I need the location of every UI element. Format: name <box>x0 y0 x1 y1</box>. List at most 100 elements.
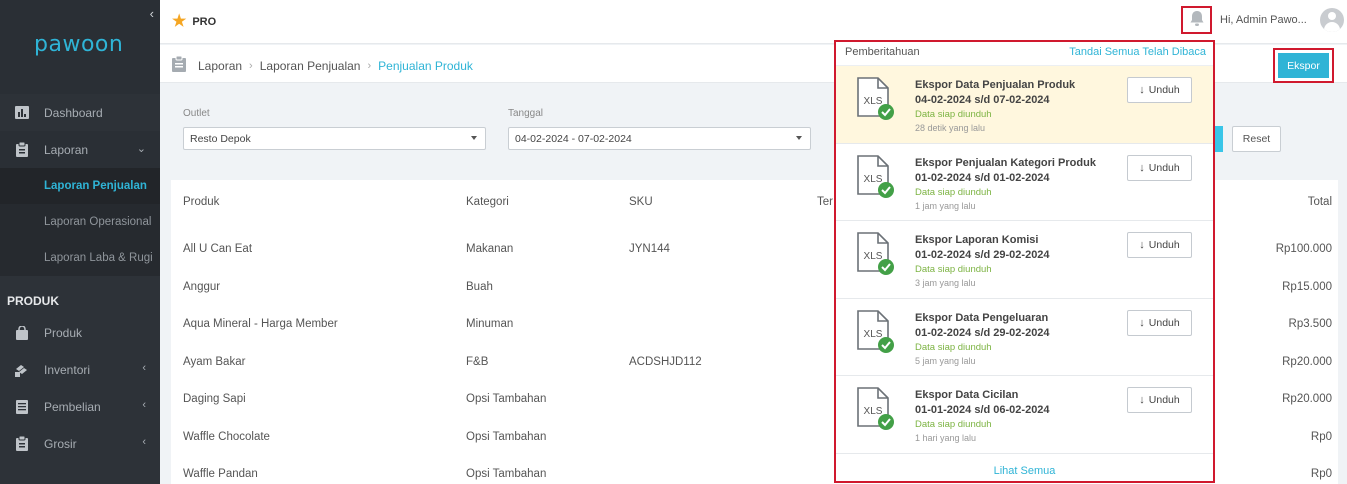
outlet-select[interactable]: Resto Depok <box>183 127 486 150</box>
sidebar: ‹ pawoon Dashboard Laporan ⌄ Laporan Pen… <box>0 0 160 484</box>
sidebar-item-produk[interactable]: Produk <box>0 314 160 351</box>
cell-total: Rp20.000 <box>1282 393 1332 405</box>
svg-text:XLS: XLS <box>864 96 883 107</box>
notification-item-time: 28 detik yang lalu <box>915 123 986 133</box>
export-button[interactable]: Ekspor <box>1278 53 1329 78</box>
sidebar-item-pembelian[interactable]: Pembelian ‹ <box>0 388 160 425</box>
download-button[interactable]: ↓ Unduh <box>1127 387 1192 413</box>
notification-item-range: 01-02-2024 s/d 29-02-2024 <box>915 249 1050 261</box>
cell-product: Waffle Pandan <box>183 468 258 480</box>
download-button[interactable]: ↓ Unduh <box>1127 309 1192 336</box>
notification-item-range: 01-01-2024 s/d 06-02-2024 <box>915 404 1050 416</box>
notification-item-title: Ekspor Penjualan Kategori Produk <box>915 156 1096 169</box>
notification-item[interactable]: XLS Ekspor Data Cicilan 01-01-2024 s/d 0… <box>836 376 1213 454</box>
notification-item-time: 1 jam yang lalu <box>915 200 976 211</box>
sidebar-item-laporan[interactable]: Laporan ⌄ <box>0 131 160 168</box>
cell-total: Rp100.000 <box>1275 243 1332 255</box>
cell-product: Ayam Bakar <box>183 356 246 368</box>
cell-product: All U Can Eat <box>183 243 253 255</box>
sidebar-item-inventori[interactable]: Inventori ‹ <box>0 351 160 388</box>
download-button[interactable]: ↓ Unduh <box>1127 77 1192 103</box>
date-range-value: 04-02-2024 - 07-02-2024 <box>515 132 632 145</box>
column-header-product[interactable]: Produk <box>183 196 219 208</box>
breadcrumb-penjualan-produk: Penjualan Produk <box>378 58 473 73</box>
outlet-select-value: Resto Depok <box>190 132 251 145</box>
see-all-link[interactable]: Lihat Semua <box>836 465 1213 477</box>
download-arrow-icon: ↓ <box>1139 316 1145 329</box>
sidebar-item-label: Grosir <box>44 436 77 451</box>
date-label: Tanggal <box>508 108 544 119</box>
notification-item-range: 01-02-2024 s/d 01-02-2024 <box>915 171 1050 184</box>
sidebar-item-grosir[interactable]: Grosir ‹ <box>0 425 160 462</box>
cell-category: Buah <box>466 281 493 293</box>
chevron-left-icon: ‹ <box>142 362 146 374</box>
mark-all-read-link[interactable]: Tandai Semua Telah Dibaca <box>1069 46 1206 58</box>
svg-text:XLS: XLS <box>864 329 883 340</box>
column-header-sku[interactable]: SKU <box>629 196 653 208</box>
breadcrumb: Laporan › Laporan Penjualan › Penjualan … <box>172 55 473 75</box>
cell-total: Rp20.000 <box>1282 356 1332 368</box>
cell-sku: ACDSHJD112 <box>629 356 702 368</box>
cell-total: Rp3.500 <box>1288 318 1332 330</box>
chevron-right-icon: › <box>249 59 253 72</box>
notification-bell-button[interactable] <box>1181 6 1212 34</box>
chevron-right-icon: › <box>367 59 372 72</box>
sidebar-item-label: Laporan <box>44 142 89 157</box>
breadcrumb-laporan[interactable]: Laporan <box>198 59 242 73</box>
sidebar-subitem-laporan-laba-rugi[interactable]: Laporan Laba & Rugi <box>0 240 160 276</box>
list-icon <box>14 399 30 414</box>
column-header-partial[interactable]: Ter <box>817 196 833 208</box>
notification-item[interactable]: XLS Ekspor Data Penjualan Produk 04-02-2… <box>836 66 1213 144</box>
notification-item[interactable]: XLS Ekspor Laporan Komisi 01-02-2024 s/d… <box>836 221 1213 299</box>
breadcrumb-laporan-penjualan[interactable]: Laporan Penjualan <box>260 59 361 73</box>
cell-category: Opsi Tambahan <box>466 468 547 480</box>
notification-item-title: Ekspor Laporan Komisi <box>915 234 1039 246</box>
avatar[interactable] <box>1320 8 1344 32</box>
download-label: Unduh <box>1148 161 1180 174</box>
download-label: Unduh <box>1148 239 1180 251</box>
cell-total: Rp0 <box>1310 468 1332 480</box>
notification-item-status: Data siap diunduh <box>915 419 992 430</box>
notification-header: Pemberitahuan Tandai Semua Telah Dibaca <box>836 42 1213 66</box>
chevron-left-icon: ‹ <box>142 399 146 411</box>
sidebar-item-dashboard[interactable]: Dashboard <box>0 94 160 131</box>
notification-item-time: 3 jam yang lalu <box>915 278 976 288</box>
collapse-sidebar-icon[interactable]: ‹ <box>150 6 154 21</box>
pawoon-logo[interactable]: pawoon <box>34 32 123 57</box>
notification-item[interactable]: XLS Ekspor Data Pengeluaran 01-02-2024 s… <box>836 298 1213 376</box>
column-header-total[interactable]: Total <box>1308 196 1332 208</box>
cell-category: F&B <box>466 356 489 368</box>
chevron-left-icon: ‹ <box>142 436 146 448</box>
user-greeting[interactable]: Hi, Admin Pawo... <box>1220 14 1307 26</box>
download-label: Unduh <box>1148 394 1180 406</box>
xls-file-icon: XLS <box>856 386 894 430</box>
outlet-label: Outlet <box>183 108 210 119</box>
sidebar-item-label: Inventori <box>44 362 91 377</box>
sidebar-item-label: Dashboard <box>44 105 103 120</box>
clipboard-icon <box>14 436 30 451</box>
sidebar-subitem-laporan-penjualan[interactable]: Laporan Penjualan <box>0 168 160 204</box>
plan-badge: ★ PRO <box>172 14 216 30</box>
xls-file-icon: XLS <box>856 309 894 353</box>
caret-down-icon <box>796 136 802 140</box>
export-button-highlight: Ekspor <box>1273 48 1334 83</box>
download-label: Unduh <box>1148 84 1180 96</box>
top-bar: ★ PRO Hi, Admin Pawo... <box>160 0 1347 44</box>
apply-button[interactable] <box>1214 126 1223 152</box>
sidebar-subitem-laporan-operasional[interactable]: Laporan Operasional <box>0 204 160 240</box>
download-arrow-icon: ↓ <box>1139 394 1145 406</box>
notification-item-title: Ekspor Data Cicilan <box>915 389 1019 401</box>
cell-product: Daging Sapi <box>183 393 246 405</box>
sidebar-section-produk: PRODUK <box>7 294 60 308</box>
notification-title: Pemberitahuan <box>845 46 920 58</box>
reset-button[interactable]: Reset <box>1232 126 1281 152</box>
notification-item-title: Ekspor Data Pengeluaran <box>915 311 1049 324</box>
notification-item-status: Data siap diunduh <box>915 109 992 120</box>
download-button[interactable]: ↓ Unduh <box>1127 154 1192 181</box>
date-range-select[interactable]: 04-02-2024 - 07-02-2024 <box>508 127 811 150</box>
sidebar-item-label: Produk <box>44 325 83 340</box>
notification-item[interactable]: XLS Ekspor Penjualan Kategori Produk 01-… <box>836 143 1213 221</box>
download-button[interactable]: ↓ Unduh <box>1127 232 1192 258</box>
sidebar-header: ‹ pawoon <box>0 0 160 94</box>
column-header-category[interactable]: Kategori <box>466 196 509 208</box>
